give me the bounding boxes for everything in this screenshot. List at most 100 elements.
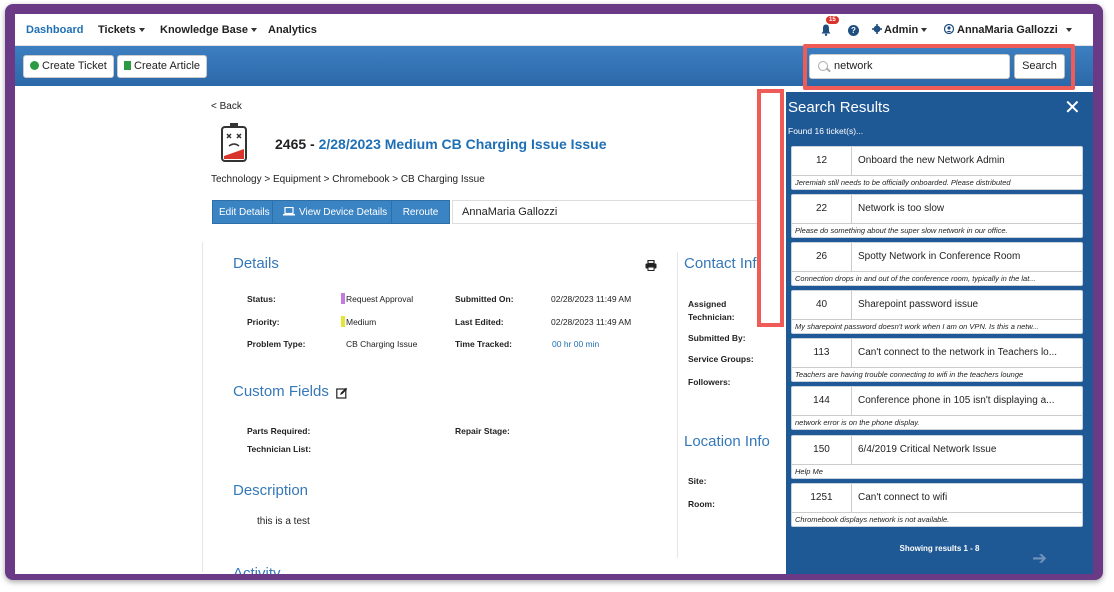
result-subject: Can't connect to the network in Teachers… bbox=[852, 339, 1083, 368]
user-icon bbox=[943, 23, 955, 35]
status-color-swatch bbox=[341, 293, 345, 304]
description-text: this is a test bbox=[257, 516, 310, 527]
result-description: network error is on the phone display. bbox=[795, 418, 920, 427]
top-navbar: Dashboard Tickets Knowledge Base Analyti… bbox=[15, 14, 1093, 46]
site-label: Site: bbox=[688, 476, 707, 486]
technician-list-label: Technician List: bbox=[247, 444, 312, 454]
search-results-panel: Search Results ✕ Found 16 ticket(s)... 1… bbox=[786, 92, 1093, 574]
bell-icon[interactable] bbox=[821, 24, 831, 36]
nav-user-label: AnnaMaria Gallozzi bbox=[957, 24, 1058, 36]
chromebook-battery-icon bbox=[221, 123, 247, 162]
chevron-down-icon bbox=[921, 28, 928, 33]
ticket-title-link[interactable]: 2/28/2023 Medium CB Charging Issue Issue bbox=[319, 136, 607, 152]
result-item[interactable]: 1251 Can't connect to wifi Chromebook di… bbox=[791, 483, 1083, 527]
file-icon bbox=[124, 61, 131, 70]
result-description: Teachers are having trouble connecting t… bbox=[795, 370, 1024, 379]
app-screen: Dashboard Tickets Knowledge Base Analyti… bbox=[15, 14, 1093, 574]
result-ticket-number: 144 bbox=[792, 387, 852, 416]
nav-user-menu[interactable]: AnnaMaria Gallozzi bbox=[943, 23, 1072, 36]
priority-value: Medium bbox=[346, 317, 377, 327]
result-item[interactable]: 26 Spotty Network in Conference Room Con… bbox=[791, 242, 1083, 286]
nav-knowledge-base-label: Knowledge Base bbox=[160, 24, 249, 36]
time-tracked-value[interactable]: 00 hr 00 min bbox=[552, 339, 599, 349]
details-heading: Details bbox=[233, 255, 279, 272]
create-article-label: Create Article bbox=[134, 60, 201, 72]
nav-admin[interactable]: Admin bbox=[872, 24, 928, 36]
result-description: My sharepoint password doesn't work when… bbox=[795, 322, 1039, 331]
result-subject: Conference phone in 105 isn't displaying… bbox=[852, 387, 1083, 416]
notification-badge: 15 bbox=[826, 16, 839, 24]
edit-icon[interactable] bbox=[336, 387, 348, 399]
parts-required-label: Parts Required: bbox=[247, 426, 311, 436]
result-item[interactable]: 113 Can't connect to the network in Teac… bbox=[791, 338, 1083, 382]
assigned-technician-label: Assigned Technician: bbox=[688, 299, 735, 322]
view-device-details-button[interactable]: View Device Details bbox=[272, 200, 395, 224]
help-icon[interactable]: ? bbox=[848, 25, 859, 36]
result-item[interactable]: 144 Conference phone in 105 isn't displa… bbox=[791, 386, 1083, 430]
print-icon[interactable] bbox=[645, 260, 657, 271]
search-input[interactable]: network bbox=[809, 54, 1010, 79]
plus-circle-icon bbox=[30, 61, 39, 70]
activity-heading: Activity bbox=[233, 565, 281, 574]
assignee-select[interactable]: AnnaMaria Gallozzi bbox=[452, 200, 782, 224]
window-frame: Dashboard Tickets Knowledge Base Analyti… bbox=[5, 4, 1103, 580]
result-ticket-number: 22 bbox=[792, 195, 852, 224]
reroute-button[interactable]: Reroute bbox=[391, 200, 450, 224]
result-subject: Onboard the new Network Admin bbox=[852, 147, 1083, 176]
drag-handle-highlight[interactable] bbox=[757, 89, 784, 327]
nav-admin-label: Admin bbox=[884, 24, 919, 36]
room-label: Room: bbox=[688, 499, 715, 509]
result-description: Help Me bbox=[795, 467, 823, 476]
result-item[interactable]: 40 Sharepoint password issue My sharepoi… bbox=[791, 290, 1083, 334]
gear-icon bbox=[872, 24, 882, 34]
result-ticket-number: 40 bbox=[792, 291, 852, 320]
result-ticket-number: 113 bbox=[792, 339, 852, 368]
nav-tickets[interactable]: Tickets bbox=[98, 24, 145, 36]
result-subject: Network is too slow bbox=[852, 195, 1083, 224]
submitted-on-value: 02/28/2023 11:49 AM bbox=[551, 294, 632, 304]
search-button[interactable]: Search bbox=[1014, 54, 1065, 79]
result-description: Please do something about the super slow… bbox=[795, 226, 1008, 235]
location-info-heading: Location Info bbox=[684, 433, 770, 450]
time-tracked-label: Time Tracked: bbox=[455, 339, 513, 349]
divider bbox=[677, 252, 678, 558]
nav-dashboard[interactable]: Dashboard bbox=[26, 24, 83, 36]
result-ticket-number: 1251 bbox=[792, 484, 852, 513]
followers-label: Followers: bbox=[688, 377, 731, 387]
arrow-right-icon[interactable]: ➔ bbox=[1032, 548, 1047, 569]
contact-info-heading: Contact Info bbox=[684, 255, 765, 272]
submitted-by-label: Submitted By: bbox=[688, 333, 746, 343]
result-item[interactable]: 12 Onboard the new Network Admin Jeremia… bbox=[791, 146, 1083, 190]
repair-stage-label: Repair Stage: bbox=[455, 426, 510, 436]
custom-fields-heading: Custom Fields bbox=[233, 383, 329, 400]
result-ticket-number: 150 bbox=[792, 436, 852, 465]
create-ticket-button[interactable]: Create Ticket bbox=[23, 55, 114, 78]
description-heading: Description bbox=[233, 482, 309, 499]
submitted-on-label: Submitted On: bbox=[455, 294, 514, 304]
results-count: Found 16 ticket(s)... bbox=[788, 126, 864, 136]
nav-knowledge-base[interactable]: Knowledge Base bbox=[160, 24, 258, 36]
ticket-number: 2465 - bbox=[275, 136, 319, 152]
priority-color-swatch bbox=[341, 316, 345, 327]
search-results-title: Search Results bbox=[788, 99, 890, 116]
result-description: Chromebook displays network is not avail… bbox=[795, 515, 950, 524]
laptop-icon bbox=[283, 206, 295, 216]
result-item[interactable]: 150 6/4/2019 Critical Network Issue Help… bbox=[791, 435, 1083, 479]
close-icon[interactable]: ✕ bbox=[1064, 95, 1081, 120]
service-groups-label: Service Groups: bbox=[688, 354, 754, 364]
edit-details-button[interactable]: Edit Details bbox=[212, 200, 277, 224]
search-icon bbox=[818, 61, 828, 71]
result-subject: Sharepoint password issue bbox=[852, 291, 1083, 320]
category-breadcrumb: Technology > Equipment > Chromebook > CB… bbox=[211, 174, 485, 185]
result-item[interactable]: 22 Network is too slow Please do somethi… bbox=[791, 194, 1083, 238]
last-edited-label: Last Edited: bbox=[455, 317, 504, 327]
result-subject: Spotty Network in Conference Room bbox=[852, 243, 1083, 272]
result-ticket-number: 26 bbox=[792, 243, 852, 272]
result-subject: Can't connect to wifi bbox=[852, 484, 1083, 513]
nav-analytics[interactable]: Analytics bbox=[268, 24, 317, 36]
last-edited-value: 02/28/2023 11:49 AM bbox=[551, 317, 632, 327]
chevron-down-icon bbox=[1065, 28, 1072, 33]
status-value: Request Approval bbox=[346, 294, 414, 304]
back-link[interactable]: < Back bbox=[211, 101, 242, 112]
create-article-button[interactable]: Create Article bbox=[117, 55, 208, 78]
